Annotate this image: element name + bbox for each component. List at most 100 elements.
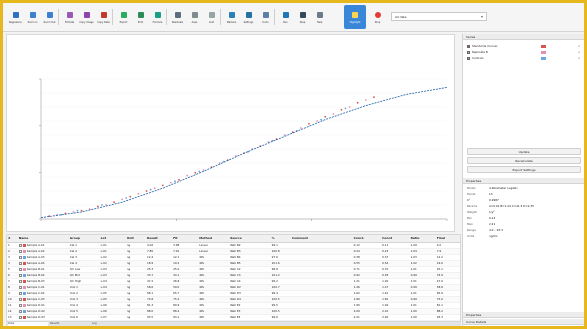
- series-checkbox[interactable]: [467, 45, 470, 48]
- data-filter-dropdown[interactable]: All data ▾: [391, 12, 487, 21]
- column-header[interactable]: Ratio: [409, 235, 436, 243]
- row-checkbox[interactable]: [18, 243, 22, 247]
- run-icon: [282, 12, 289, 18]
- formula-button[interactable]: Formula: [149, 5, 166, 29]
- right-panel: Series Standards (Curve) ✓ Replicate B ✓ Cont…: [462, 34, 584, 326]
- export-settings-button[interactable]: Export Settings: [467, 166, 581, 173]
- table-cell: 2.20: [381, 314, 410, 321]
- export-button[interactable]: Export: [115, 5, 132, 29]
- step-button[interactable]: Step: [294, 5, 311, 29]
- grid-button[interactable]: Grid: [203, 5, 220, 29]
- property-value[interactable]: 1/y²: [489, 210, 495, 214]
- property-value[interactable]: 0.12: [489, 216, 495, 220]
- row-checkbox[interactable]: [18, 315, 22, 319]
- tab-results[interactable]: Results: [50, 322, 90, 326]
- export-icon: [120, 12, 127, 18]
- column-header[interactable]: Conc2: [381, 235, 410, 243]
- data-point: [101, 204, 103, 206]
- footer-panel-header[interactable]: Curve Details: [463, 319, 584, 325]
- column-header[interactable]: Final: [435, 235, 460, 243]
- row-checkbox[interactable]: [18, 303, 22, 307]
- visibility-check-icon[interactable]: ✓: [578, 50, 581, 54]
- regression-button[interactable]: Regression: [7, 5, 24, 29]
- row-checkbox[interactable]: [18, 261, 22, 265]
- series-list-item[interactable]: Standards (Curve) ✓: [467, 44, 581, 49]
- series-color-swatch[interactable]: [541, 51, 546, 54]
- table-cell: ng: [125, 314, 146, 321]
- footer-panel-header[interactable]: Properties: [463, 312, 584, 318]
- stop-button[interactable]: Stop: [369, 5, 386, 29]
- settings-button[interactable]: Settings: [240, 5, 257, 29]
- row-checkbox[interactable]: [18, 267, 22, 271]
- series-name: Standards (Curve): [472, 44, 498, 48]
- copy-image-button[interactable]: Copy Image: [78, 5, 95, 29]
- help-button[interactable]: Help: [311, 5, 328, 29]
- column-header[interactable]: #: [7, 235, 18, 243]
- series-color-swatch: [22, 279, 26, 283]
- regression-chart[interactable]: [7, 35, 456, 233]
- visibility-check-icon[interactable]: ✓: [578, 44, 581, 48]
- table-cell: Well E4: [229, 314, 271, 321]
- row-checkbox[interactable]: [18, 255, 22, 259]
- highlight-button[interactable]: Highlight: [344, 5, 366, 29]
- row-checkbox[interactable]: [18, 279, 22, 283]
- tab-log[interactable]: Log: [92, 322, 132, 326]
- column-header[interactable]: Comment: [290, 235, 353, 243]
- series-list-item[interactable]: Replicate B ✓: [467, 50, 581, 55]
- column-header[interactable]: Fit: [172, 235, 199, 243]
- property-value[interactable]: 4-Parameter Logistic: [489, 186, 518, 190]
- copy-data-button[interactable]: Copy Data: [95, 5, 112, 29]
- column-header[interactable]: Unit: [125, 235, 146, 243]
- update-button[interactable]: Update: [467, 148, 581, 155]
- grid-icon: [208, 12, 215, 18]
- dropdown-value: All data: [395, 15, 407, 19]
- property-value[interactable]: 4.0 – 93.3: [489, 228, 503, 232]
- toolbar-button-label: Formula: [152, 21, 163, 24]
- column-header[interactable]: Lot: [99, 235, 126, 243]
- series-color-swatch[interactable]: [541, 57, 546, 60]
- row-checkbox[interactable]: [18, 273, 22, 277]
- series-list-item[interactable]: Controls ✓: [467, 56, 581, 61]
- series-checkbox[interactable]: [467, 57, 470, 60]
- tab-data[interactable]: Data: [8, 322, 48, 326]
- column-header[interactable]: Name: [17, 235, 69, 243]
- column-header[interactable]: Result: [145, 235, 173, 243]
- property-value[interactable]: 13: [489, 192, 493, 196]
- data-point: [178, 178, 180, 181]
- column-header[interactable]: Conc1: [352, 235, 382, 243]
- recalculate-button[interactable]: Recalculate: [467, 157, 581, 164]
- data-point: [364, 99, 367, 101]
- toolbar-button-label: Help: [316, 21, 323, 24]
- column-header[interactable]: %: [270, 235, 291, 243]
- property-value[interactable]: 2.21: [489, 222, 495, 226]
- table-row[interactable]: 13 Sample D-03 Unk 6 L-07 ng 93.5 93.1 4PL Well …: [7, 314, 460, 321]
- run-button[interactable]: Run: [277, 5, 294, 29]
- residuals-button[interactable]: Residuals: [169, 5, 186, 29]
- property-value[interactable]: ng/mL: [489, 234, 498, 238]
- property-value[interactable]: 0.9987: [489, 198, 499, 202]
- row-checkbox[interactable]: [18, 249, 22, 253]
- chevron-down-icon: ▾: [480, 14, 483, 19]
- column-header[interactable]: Source: [229, 235, 271, 243]
- toolbar-separator: [58, 9, 59, 25]
- property-value[interactable]: A=0.01 B=1.24 C=41.3 D=2.35: [489, 204, 534, 208]
- print-button[interactable]: Print: [132, 5, 149, 29]
- series-color-swatch[interactable]: [541, 45, 546, 48]
- row-checkbox[interactable]: [18, 291, 22, 295]
- visibility-check-icon[interactable]: ✓: [578, 56, 581, 60]
- markers-button[interactable]: Markers: [223, 5, 240, 29]
- toolbar-separator: [166, 9, 167, 25]
- axes-button[interactable]: Axes: [186, 5, 203, 29]
- column-header[interactable]: Method: [198, 235, 230, 243]
- row-checkbox[interactable]: [18, 285, 22, 289]
- copy-image-icon: [83, 12, 90, 18]
- column-header[interactable]: Group: [68, 235, 100, 243]
- row-checkbox[interactable]: [18, 297, 22, 301]
- series-checkbox[interactable]: [467, 51, 470, 54]
- zoom-in-button[interactable]: Zoom In: [24, 5, 41, 29]
- data-point: [218, 162, 221, 164]
- zoom-out-button[interactable]: Zoom Out: [41, 5, 58, 29]
- undo-button[interactable]: Undo: [257, 5, 274, 29]
- fit-data-button[interactable]: Fit Data: [61, 5, 78, 29]
- row-checkbox[interactable]: [18, 309, 22, 313]
